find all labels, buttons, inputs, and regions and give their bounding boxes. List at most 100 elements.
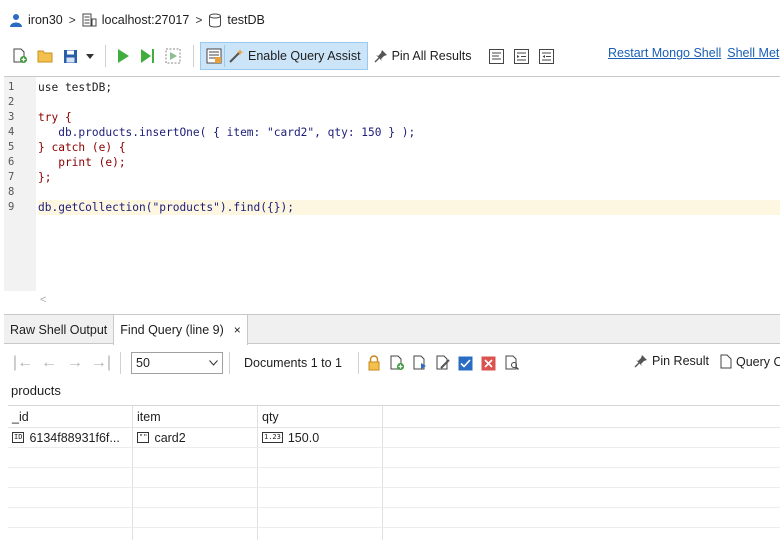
string-type-icon: ""	[137, 432, 150, 443]
query-assist-label: Enable Query Assist	[248, 49, 361, 63]
save-icon	[63, 49, 77, 63]
line-number: 2	[8, 96, 15, 108]
run-button[interactable]	[112, 45, 134, 67]
save-dropdown-button[interactable]	[84, 45, 96, 67]
column-header-id[interactable]: _id	[8, 406, 133, 427]
scroll-left-icon[interactable]: <	[40, 294, 46, 306]
chevron-down-icon	[209, 360, 218, 366]
cell-empty	[383, 428, 780, 447]
page-size-value: 50	[136, 356, 150, 370]
toolbar-separator	[357, 352, 359, 374]
server-icon	[82, 13, 97, 27]
pin-all-results-label: Pin All Results	[391, 49, 472, 63]
breadcrumb-database[interactable]: testDB	[208, 13, 265, 28]
indent-icon	[513, 48, 529, 64]
query-code-button[interactable]: Query C	[720, 354, 780, 369]
empty-row	[8, 448, 780, 468]
code-line-text: } catch (e) {	[38, 141, 126, 154]
caret-down-icon	[86, 53, 94, 59]
cell-id[interactable]: ID 6134f88931f6f...	[8, 428, 133, 447]
folder-icon	[37, 50, 53, 63]
user-icon	[10, 14, 22, 27]
query-code-label: Query C	[736, 354, 780, 369]
outdent-button[interactable]	[535, 45, 557, 67]
breadcrumb-user[interactable]: iron30	[9, 13, 63, 27]
close-icon[interactable]: ×	[234, 323, 241, 337]
code-line-text: use testDB;	[38, 81, 113, 94]
cell-item[interactable]: "" card2	[133, 428, 258, 447]
code-line-text: try {	[38, 111, 72, 124]
list-panel-icon	[206, 48, 221, 64]
code-line: 2	[8, 95, 780, 110]
empty-row	[8, 508, 780, 528]
open-folder-button[interactable]	[34, 45, 56, 67]
empty-row	[8, 468, 780, 488]
line-number: 8	[8, 186, 15, 198]
new-file-icon	[13, 48, 27, 63]
table-row[interactable]: ID 6134f88931f6f... "" card2 1.23 150.0	[8, 428, 780, 448]
lock-button[interactable]	[365, 354, 383, 372]
code-line: 5 } catch (e) {	[8, 140, 780, 155]
toolbar-separator	[120, 352, 121, 374]
validate-button[interactable]	[457, 354, 475, 372]
align-left-icon	[488, 48, 504, 64]
column-header-item[interactable]: item	[133, 406, 258, 427]
next-page-icon[interactable]: →	[62, 354, 88, 372]
page-size-select[interactable]: 50	[131, 352, 223, 374]
line-number: 6	[8, 156, 15, 168]
pin-icon	[374, 50, 387, 63]
restart-mongo-shell-link[interactable]: Restart Mongo Shell	[608, 46, 721, 60]
results-table: _id item qty ID 6134f88931f6f... "" card…	[8, 405, 780, 540]
lock-icon	[368, 355, 380, 371]
cell-qty[interactable]: 1.23 150.0	[258, 428, 383, 447]
indent-button[interactable]	[510, 45, 532, 67]
previous-page-icon[interactable]: ←	[36, 354, 62, 372]
column-header-empty	[383, 406, 780, 427]
code-line: 8	[8, 185, 780, 200]
run-line-button[interactable]	[137, 45, 159, 67]
code-editor[interactable]: 1 use testDB; 2 3 try { 4 db.products.inse…	[4, 76, 780, 309]
line-number: 5	[8, 141, 15, 153]
magic-wand-icon	[229, 49, 244, 63]
clone-document-button[interactable]	[411, 354, 429, 372]
shell-links: Restart Mongo Shell Shell Met	[608, 46, 780, 60]
horizontal-scrollbar[interactable]: <	[4, 291, 780, 309]
edit-document-button[interactable]	[434, 354, 452, 372]
delete-document-button[interactable]	[480, 354, 498, 372]
toolbar-separator	[193, 45, 194, 67]
chevron-right-icon: >	[195, 13, 203, 27]
documents-range: Documents 1 to 1	[244, 356, 342, 370]
code-area[interactable]: 1 use testDB; 2 3 try { 4 db.products.inse…	[8, 80, 780, 215]
save-button[interactable]	[59, 45, 81, 67]
cell-item-value: card2	[154, 430, 186, 445]
toolbar-separator	[229, 352, 230, 374]
pin-result-button[interactable]: Pin Result	[634, 354, 709, 368]
code-line-text: };	[38, 171, 52, 184]
tab-raw-shell-output[interactable]: Raw Shell Output	[4, 315, 113, 344]
format-code-button[interactable]	[485, 45, 507, 67]
new-file-button[interactable]	[9, 45, 31, 67]
run-selection-icon	[165, 48, 181, 64]
code-line-text: db.getCollection("products").find({});	[38, 201, 294, 214]
shell-method-link[interactable]: Shell Met	[727, 46, 779, 60]
query-assist-panel-button[interactable]	[203, 45, 225, 67]
code-line: 1 use testDB;	[8, 80, 780, 95]
tab-find-query[interactable]: Find Query (line 9) ×	[113, 315, 248, 345]
last-page-icon[interactable]: →|	[88, 354, 114, 372]
pin-all-results-button[interactable]: Pin All Results	[374, 49, 472, 63]
add-document-button[interactable]	[388, 354, 406, 372]
run-selection-button[interactable]	[162, 45, 184, 67]
breadcrumb: iron30 > localhost:27017 > testDB	[0, 0, 780, 40]
column-header-qty[interactable]: qty	[258, 406, 383, 427]
code-line: 7};	[8, 170, 780, 185]
breadcrumb-server-label: localhost:27017	[101, 13, 190, 27]
first-page-icon[interactable]: |←	[10, 354, 36, 372]
empty-row	[8, 528, 780, 540]
find-in-results-button[interactable]	[503, 354, 521, 372]
table-header-row: _id item qty	[8, 406, 780, 428]
breadcrumb-server[interactable]: localhost:27017	[82, 13, 190, 27]
chevron-right-icon: >	[68, 13, 76, 27]
code-line: 3 try {	[8, 110, 780, 125]
query-assist-toggle[interactable]: Enable Query Assist	[200, 42, 368, 70]
code-line: 6 print (e);	[8, 155, 780, 170]
